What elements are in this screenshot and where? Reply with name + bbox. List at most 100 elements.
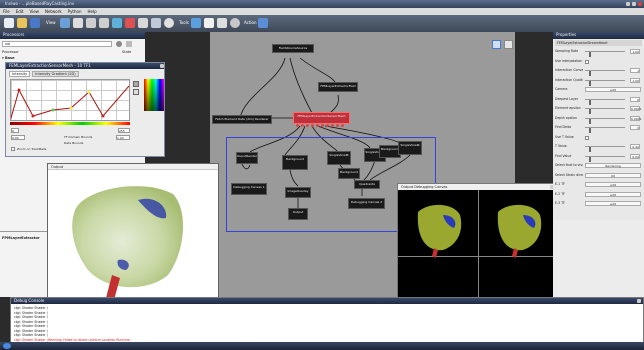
node-background-1[interactable]: Background xyxy=(282,155,308,170)
max-value-field[interactable]: 255 xyxy=(118,128,130,133)
property-button[interactable]: edit xyxy=(585,191,641,197)
property-row[interactable]: Element epsilon 0.0001 xyxy=(555,105,643,114)
tf-curve-area[interactable] xyxy=(10,79,130,121)
property-slider[interactable] xyxy=(585,51,625,57)
node-single-voxel-1[interactable]: SingleVoxelR xyxy=(327,151,351,165)
tf-curve[interactable] xyxy=(11,80,131,122)
node-output[interactable]: Output xyxy=(288,208,308,220)
property-value-field[interactable]: 6 xyxy=(630,96,640,102)
property-slider[interactable] xyxy=(585,70,625,76)
property-value-field[interactable]: 1.00 xyxy=(630,77,640,83)
outport-pin[interactable] xyxy=(321,124,324,127)
outport-pin[interactable] xyxy=(341,124,344,127)
node-background-3[interactable]: Background xyxy=(338,168,360,179)
tab-intensity-gradient[interactable]: Intensity Gradient (2D) xyxy=(32,71,79,77)
property-value-field[interactable]: 0.00 xyxy=(630,153,640,159)
outport-pin[interactable] xyxy=(336,124,339,127)
filter-icon[interactable] xyxy=(126,41,132,47)
property-slider[interactable] xyxy=(585,98,625,105)
property-label: Sampling Rate xyxy=(555,49,579,53)
properties-panel: Properties FEMLayerExtractorStreamHeart … xyxy=(553,32,644,220)
processor-search-input[interactable]: vol xyxy=(2,41,112,47)
outport-pin[interactable] xyxy=(311,124,314,127)
property-value-field[interactable]: 1.00 xyxy=(630,49,640,54)
close-icon[interactable] xyxy=(637,299,641,303)
bounds-low-field[interactable]: 0.00 xyxy=(11,135,25,140)
property-row[interactable]: Deepest Layer 6 xyxy=(555,96,643,105)
slider-handle[interactable] xyxy=(589,52,591,57)
tab-intensity[interactable]: Intensity xyxy=(9,71,31,77)
slider-handle[interactable] xyxy=(589,128,591,133)
node-fem-layer-extraction-sensor-mesh[interactable]: FEMLayerExtractionSensorMesh xyxy=(293,112,350,124)
property-value-field[interactable]: 0.40 xyxy=(630,144,640,149)
property-row[interactable]: T Value 0.40 xyxy=(555,143,643,152)
outport-pin[interactable] xyxy=(331,124,334,127)
slider-handle[interactable] xyxy=(589,80,591,86)
node-debugging-canvas-2[interactable]: Debugging Canvas 2 xyxy=(348,198,385,209)
node-label: SingleVoxelR xyxy=(400,143,420,147)
node-single-voxel-3[interactable]: SingleVoxelR xyxy=(398,141,422,155)
node-debugging-canvas-1[interactable]: Debugging Canvas 1 xyxy=(231,183,267,195)
slider-handle[interactable] xyxy=(589,99,591,105)
property-row[interactable]: E-3 TF edit xyxy=(555,200,643,207)
props-section-header[interactable]: FEMLayerExtractorStreamHeart xyxy=(555,40,642,46)
zoom-checkbox[interactable] xyxy=(11,147,15,151)
property-slider[interactable] xyxy=(585,127,625,133)
color-swatch[interactable] xyxy=(133,89,139,95)
property-slider[interactable] xyxy=(585,108,625,114)
property-button[interactable]: XX xyxy=(585,172,641,178)
slider-handle[interactable] xyxy=(589,71,591,76)
node-fetch-element-renderer[interactable]: Fetch Element Data (dim) Renderer xyxy=(212,115,272,124)
property-row[interactable]: Find Value 0.00 xyxy=(555,153,643,162)
property-value-field[interactable]: 1 xyxy=(630,68,640,73)
list-group-base[interactable]: ▾ Base xyxy=(2,56,14,60)
property-row[interactable]: E-1 TF edit xyxy=(555,181,643,188)
property-checkbox[interactable] xyxy=(585,59,589,64)
property-row[interactable]: Select Strain directionXX xyxy=(555,172,643,179)
close-icon[interactable] xyxy=(160,64,164,68)
color-swatch[interactable] xyxy=(133,81,139,87)
property-row[interactable]: Interaction Quality 1.00 xyxy=(555,77,643,86)
slider-handle[interactable] xyxy=(589,156,591,162)
property-button[interactable]: edit xyxy=(585,201,641,206)
node-field-volume-source[interactable]: FieldVolumeSource xyxy=(272,44,314,53)
min-value-field[interactable]: 0 xyxy=(11,128,19,133)
property-row[interactable]: Camera edit xyxy=(555,86,643,93)
outport-pin[interactable] xyxy=(316,124,319,127)
outport-pin[interactable] xyxy=(296,124,299,127)
property-button[interactable]: edit xyxy=(585,87,641,92)
outport-pin[interactable] xyxy=(326,124,329,127)
property-checkbox[interactable] xyxy=(585,135,589,140)
property-slider[interactable] xyxy=(585,146,625,152)
bounds-high-field[interactable]: 1.00 xyxy=(116,135,130,140)
node-output-render[interactable]: OuputRender xyxy=(236,152,258,164)
property-row[interactable]: Interaction Conversion 1 xyxy=(555,67,643,76)
property-slider[interactable] xyxy=(585,79,625,86)
slider-handle[interactable] xyxy=(589,147,591,152)
outport-pin[interactable] xyxy=(306,124,309,127)
property-value-field[interactable]: 0 xyxy=(630,125,640,130)
property-button[interactable]: Rendering xyxy=(585,163,641,168)
gear-icon[interactable] xyxy=(116,41,122,47)
property-row[interactable]: Sampling Rate 1.00 xyxy=(555,48,643,57)
property-row[interactable]: Use Interpolation Conversion xyxy=(555,58,643,65)
property-button[interactable]: edit xyxy=(585,182,641,187)
property-row[interactable]: Find Delta 0 xyxy=(555,124,643,133)
props-empty-area xyxy=(553,220,644,297)
node-image-overlay[interactable]: ImageOverlay xyxy=(285,187,311,198)
property-slider[interactable] xyxy=(585,155,625,162)
property-row[interactable]: Depth epsilon 0.0001 xyxy=(555,115,643,124)
slider-handle[interactable] xyxy=(589,109,591,114)
property-row[interactable]: E-2 TF edit xyxy=(555,191,643,198)
property-row[interactable]: Use T Value xyxy=(555,134,643,141)
volume-render-view[interactable] xyxy=(48,170,218,300)
property-value-field[interactable]: 0.0001 xyxy=(630,115,642,121)
outport-pin[interactable] xyxy=(301,124,304,127)
node-fem-layer-extractor-field[interactable]: FEMLayerExtractorField xyxy=(318,82,358,92)
property-value-field[interactable]: 0.0001 xyxy=(630,106,642,111)
start-icon[interactable] xyxy=(3,343,11,349)
property-slider[interactable] xyxy=(585,117,625,124)
slider-handle[interactable] xyxy=(589,118,591,124)
node-quadrants[interactable]: Quadrants xyxy=(354,180,380,189)
property-row[interactable]: Select that to visualizeRendering xyxy=(555,162,643,169)
